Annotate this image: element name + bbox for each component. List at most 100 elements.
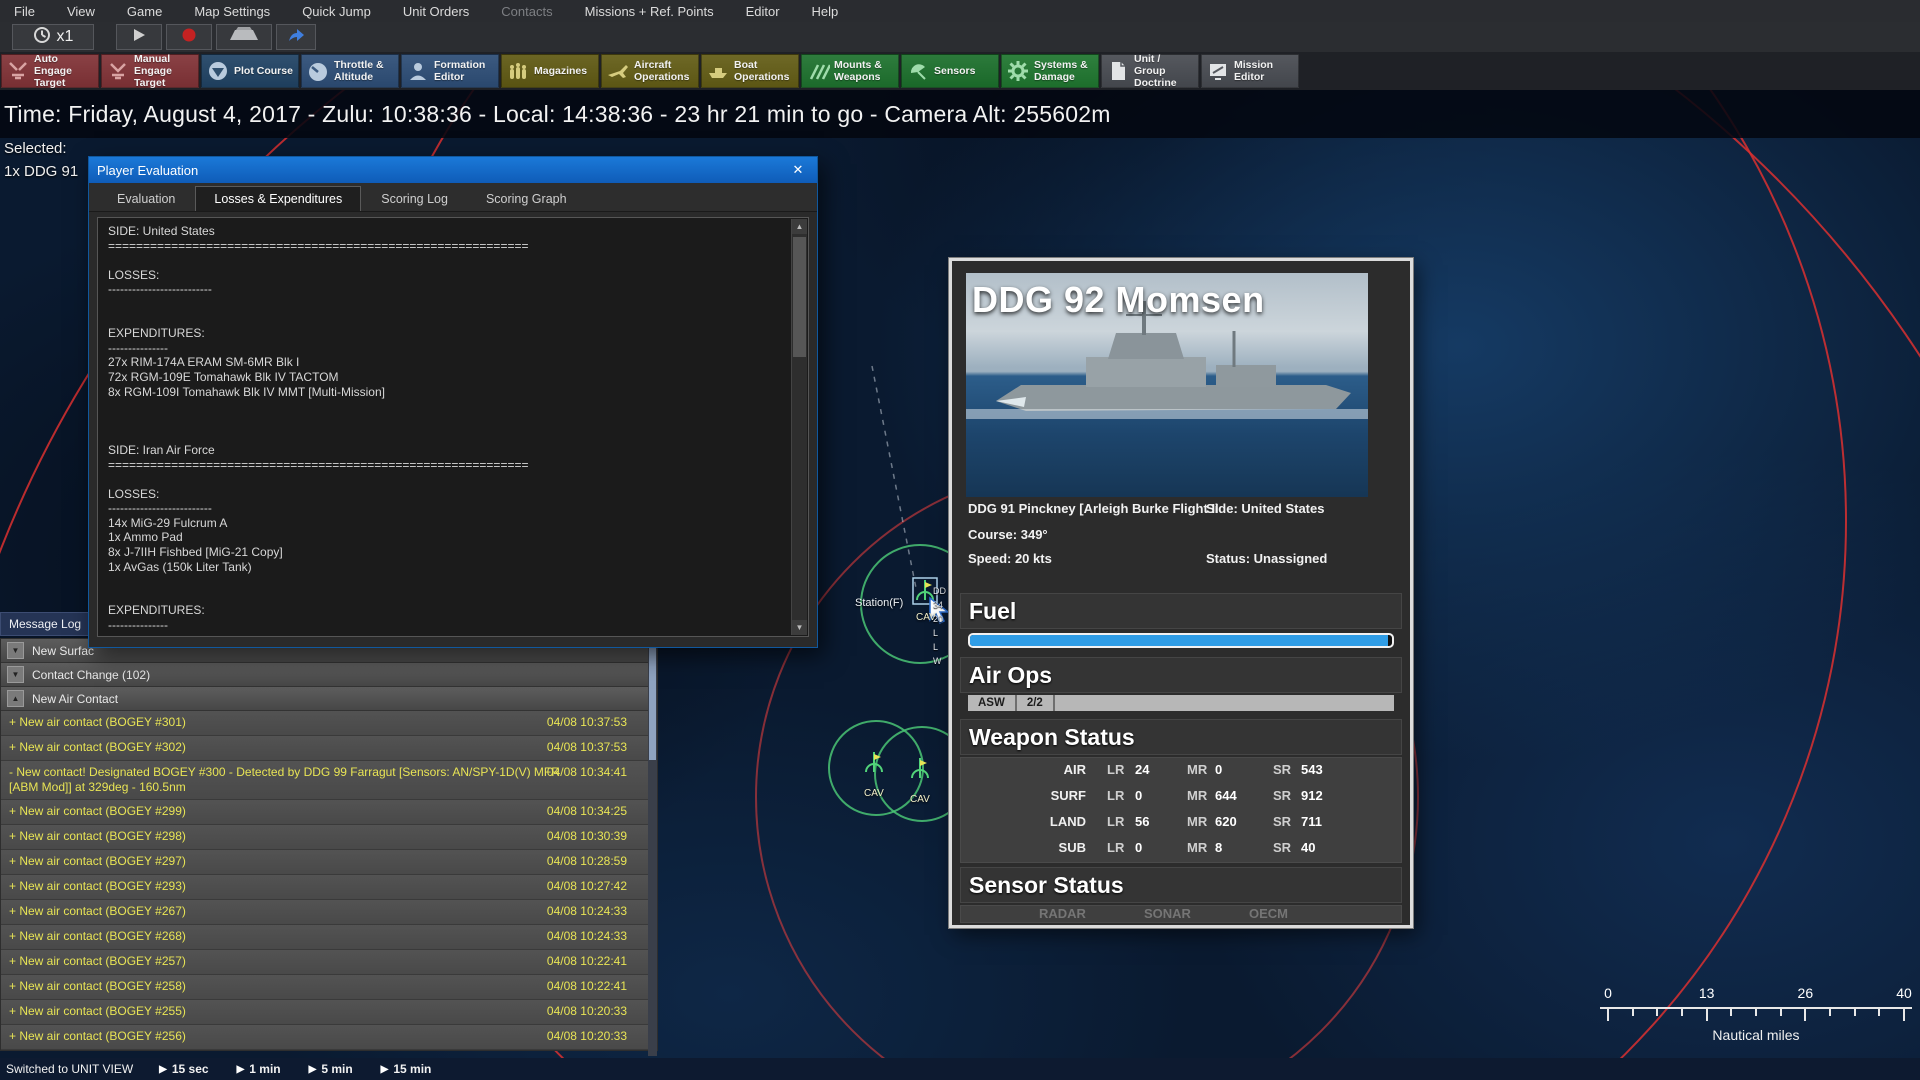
- sensor-status-header: Sensor Status: [960, 867, 1402, 903]
- time-interval-5-min[interactable]: ▶ 5 min: [309, 1062, 353, 1076]
- scroll-up-icon[interactable]: ▲: [792, 219, 807, 234]
- cav-label-2: CAV: [864, 788, 884, 799]
- scroll-down-icon[interactable]: ▼: [792, 620, 807, 635]
- scale-tick-minor: [1829, 1009, 1831, 1016]
- toolbar-button-sensors[interactable]: Sensors: [901, 54, 999, 88]
- toolbar-button-boat-operations[interactable]: Boat Operations: [701, 54, 799, 88]
- log-entry[interactable]: + New air contact (BOGEY #256) 04/08 10:2…: [1, 1025, 657, 1050]
- log-entry[interactable]: + New air contact (BOGEY #258) 04/08 10:2…: [1, 975, 657, 1000]
- weapon-row-sub: SUB LR 0 MR 8 SR 40: [961, 840, 1401, 866]
- log-entry[interactable]: - New contact! Designated BOGEY #300 - D…: [1, 761, 657, 800]
- time-compression-button[interactable]: x1: [12, 24, 94, 50]
- menu-item-unit-orders[interactable]: Unit Orders: [389, 2, 483, 21]
- toolbar-button-plot-course[interactable]: Plot Course: [201, 54, 299, 88]
- log-entry[interactable]: + New air contact (BOGEY #257) 04/08 10:2…: [1, 950, 657, 975]
- selected-readout: Selected: 1x DDG 91: [4, 140, 78, 180]
- toolbar-button-formation-editor[interactable]: Formation Editor: [401, 54, 499, 88]
- log-group-contact-change-102[interactable]: ▼ Contact Change (102): [1, 663, 657, 687]
- air-ops-cell-2-2[interactable]: 2/2: [1017, 695, 1055, 711]
- menu-item-missions-ref-points[interactable]: Missions + Ref. Points: [571, 2, 728, 21]
- tab-scoring-graph[interactable]: Scoring Graph: [467, 187, 585, 211]
- toolbar-button-mounts-weapons[interactable]: Mounts & Weapons: [801, 54, 899, 88]
- menu-item-file[interactable]: File: [0, 2, 49, 21]
- fuel-fill: [970, 635, 1388, 646]
- dialog-text-line: [108, 399, 782, 414]
- dialog-scrollbar[interactable]: ▲ ▼: [791, 219, 807, 635]
- toolbar-button-magazines[interactable]: Magazines: [501, 54, 599, 88]
- record-button[interactable]: [166, 24, 212, 50]
- tab-losses-expenditures[interactable]: Losses & Expenditures: [195, 186, 362, 211]
- message-log-body: ▼ New Surfac ▼ Contact Change (102) ▲ New Air…: [0, 638, 658, 1051]
- throttle-icon: [306, 59, 330, 83]
- air-ops-cell-asw[interactable]: ASW: [968, 695, 1017, 711]
- recorder-button[interactable]: [216, 24, 272, 50]
- ship-speed-text: Speed: 20 kts: [968, 551, 1052, 566]
- tab-evaluation[interactable]: Evaluation: [99, 187, 194, 211]
- dialog-text-line: ---------------: [108, 340, 168, 355]
- sensors-icon: [906, 59, 930, 83]
- expand-icon[interactable]: ▼: [7, 666, 24, 683]
- fuel-bar: [968, 633, 1394, 648]
- jump-button[interactable]: [276, 24, 316, 50]
- log-entry[interactable]: + New air contact (BOGEY #267) 04/08 10:2…: [1, 900, 657, 925]
- dialog-text-line: EXPENDITURES:: [108, 326, 205, 341]
- toolbar: Auto Engage Target Manual Engage Target Plot…: [0, 52, 1920, 90]
- log-entry-text: + New air contact (BOGEY #299): [9, 804, 186, 818]
- log-entry[interactable]: + New air contact (BOGEY #297) 04/08 10:2…: [1, 850, 657, 875]
- expand-icon[interactable]: ▼: [7, 642, 24, 659]
- time-interval-15-sec[interactable]: ▶ 15 sec: [159, 1062, 208, 1076]
- log-entry[interactable]: + New air contact (BOGEY #255) 04/08 10:2…: [1, 1000, 657, 1025]
- toolbar-button-aircraft-operations[interactable]: Aircraft Operations: [601, 54, 699, 88]
- menu-item-map-settings[interactable]: Map Settings: [180, 2, 284, 21]
- log-entry[interactable]: + New air contact (BOGEY #298) 04/08 10:3…: [1, 825, 657, 850]
- toolbar-button-systems-damage[interactable]: Systems & Damage: [1001, 54, 1099, 88]
- log-group-label: New Air Contact: [32, 691, 119, 706]
- scale-tick-major: [1804, 1009, 1807, 1021]
- menu-item-view[interactable]: View: [53, 2, 109, 21]
- time-interval-15-min[interactable]: ▶ 15 min: [381, 1062, 432, 1076]
- log-entry[interactable]: + New air contact (BOGEY #268) 04/08 10:2…: [1, 925, 657, 950]
- menu-item-help[interactable]: Help: [798, 2, 853, 21]
- toolbar-button-unit-group-doctrine[interactable]: Unit / Group Doctrine: [1101, 53, 1199, 89]
- weapon-count: 912: [1301, 788, 1323, 803]
- log-entry[interactable]: + New air contact (BOGEY #293) 04/08 10:2…: [1, 875, 657, 900]
- weapon-status-header: Weapon Status: [960, 719, 1402, 755]
- record-icon: [181, 27, 197, 48]
- scale-tick-minor: [1681, 1009, 1683, 1016]
- dialog-scroll-thumb[interactable]: [793, 237, 806, 357]
- plot-course-icon: [206, 59, 230, 83]
- collapse-icon[interactable]: ▲: [7, 690, 24, 707]
- scale-tick-minor: [1779, 1009, 1782, 1016]
- sensor-toggle-sonar[interactable]: SONAR: [1144, 906, 1191, 921]
- log-entry-timestamp: 04/08 10:20:33: [546, 1004, 627, 1018]
- log-entry[interactable]: + New air contact (BOGEY #302) 04/08 10:3…: [1, 736, 657, 761]
- close-icon[interactable]: ✕: [787, 161, 809, 179]
- toolbar-button-label: Magazines: [534, 65, 588, 77]
- weapon-count: 56: [1135, 814, 1150, 829]
- log-entry-timestamp: 04/08 10:30:39: [546, 829, 627, 843]
- tab-scoring-log[interactable]: Scoring Log: [363, 187, 466, 211]
- menu-item-editor[interactable]: Editor: [732, 2, 794, 21]
- message-log-scroll-thumb[interactable]: [649, 640, 656, 760]
- log-entry[interactable]: + New air contact (BOGEY #301) 04/08 10:3…: [1, 711, 657, 736]
- message-log-scrollbar[interactable]: [648, 638, 657, 1056]
- play-button[interactable]: [116, 24, 162, 50]
- sensor-toggle-oecm[interactable]: OECM: [1249, 906, 1288, 921]
- weapon-range-label: LR: [1107, 788, 1125, 803]
- weapon-count: 0: [1215, 762, 1223, 777]
- toolbar-button-auto-engage-target[interactable]: Auto Engage Target: [1, 53, 99, 89]
- toolbar-button-mission-editor[interactable]: Mission Editor: [1201, 54, 1299, 88]
- menu-item-quick-jump[interactable]: Quick Jump: [288, 2, 385, 21]
- dialog-text-line: 8x J-7IIH Fishbed [MiG-21 Copy]: [108, 545, 283, 560]
- menu-item-game[interactable]: Game: [113, 2, 176, 21]
- log-entry-text: + New air contact (BOGEY #302): [9, 740, 186, 754]
- scale-tick-minor: [1730, 1009, 1733, 1016]
- sensor-toggle-radar[interactable]: RADAR: [1039, 906, 1086, 921]
- dialog-title-bar[interactable]: Player Evaluation ✕: [89, 157, 817, 183]
- time-interval-1-min[interactable]: ▶ 1 min: [237, 1062, 281, 1076]
- log-entry[interactable]: + New air contact (BOGEY #299) 04/08 10:3…: [1, 800, 657, 825]
- toolbar-button-throttle-altitude[interactable]: Throttle & Altitude: [301, 54, 399, 88]
- log-group-new-air-contact[interactable]: ▲ New Air Contact: [1, 687, 657, 711]
- dialog-text: SIDE: United States =====================…: [108, 224, 782, 632]
- toolbar-button-manual-engage-target[interactable]: Manual Engage Target: [101, 53, 199, 89]
